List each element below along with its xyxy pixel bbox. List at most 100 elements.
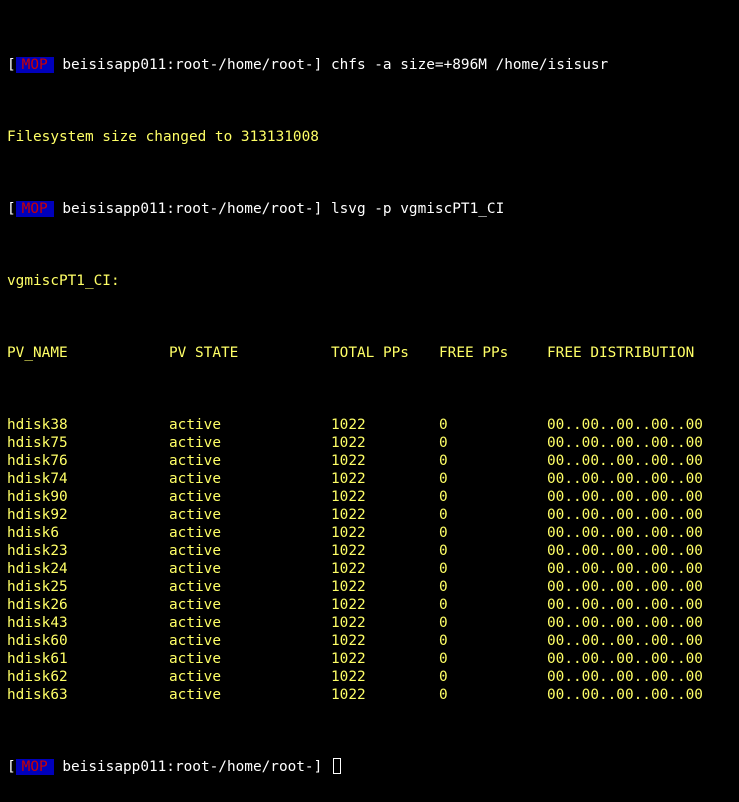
pv-state-cell: active — [169, 669, 221, 685]
free-distribution-cell: 00..00..00..00..00 — [547, 687, 703, 703]
free-pps-cell: 0 — [439, 507, 448, 523]
pv-state-cell: active — [169, 507, 221, 523]
table-row: hdisk90 active 1022 0 00..00..00..00..00 — [7, 488, 739, 506]
column-header: FREE PPs — [439, 345, 509, 361]
table-row: hdisk60 active 1022 0 00..00..00..00..00 — [7, 632, 739, 650]
total-pps-cell: 1022 — [331, 507, 366, 523]
pv-state-cell: active — [169, 615, 221, 631]
free-pps-cell: 0 — [439, 417, 448, 433]
free-pps-cell: 0 — [439, 471, 448, 487]
pv-name-cell: hdisk23 — [7, 543, 68, 559]
column-header: PV_NAME — [7, 345, 68, 361]
free-pps-cell: 0 — [439, 525, 448, 541]
table-row: hdisk75 active 1022 0 00..00..00..00..00 — [7, 434, 739, 452]
pv-name-cell: hdisk60 — [7, 633, 68, 649]
prompt-line-1: [MOP beisisapp011:root-/home/root-] chfs… — [7, 56, 739, 74]
prompt-close-bracket: ] — [313, 759, 323, 775]
free-distribution-cell: 00..00..00..00..00 — [547, 489, 703, 505]
pv-state-cell: active — [169, 633, 221, 649]
pv-state-cell: active — [169, 525, 221, 541]
terminal-window[interactable]: [MOP beisisapp011:root-/home/root-] chfs… — [0, 0, 739, 775]
prompt-open-bracket: [ — [7, 57, 16, 73]
total-pps-cell: 1022 — [331, 633, 366, 649]
prompt-line-3[interactable]: [MOP beisisapp011:root-/home/root-] — [7, 758, 739, 776]
pv-state-cell: active — [169, 435, 221, 451]
text-cursor — [332, 758, 341, 774]
table-row: hdisk6 active 1022 0 00..00..00..00..00 — [7, 524, 739, 542]
total-pps-cell: 1022 — [331, 579, 366, 595]
prompt-open-bracket: [ — [7, 201, 16, 217]
prompt-tag: MOP — [15, 201, 54, 217]
pv-name-cell: hdisk25 — [7, 579, 68, 595]
free-distribution-cell: 00..00..00..00..00 — [547, 525, 703, 541]
table-row: hdisk23 active 1022 0 00..00..00..00..00 — [7, 542, 739, 560]
pv-state-cell: active — [169, 453, 221, 469]
column-header: TOTAL PPs — [331, 345, 409, 361]
pv-name-cell: hdisk61 — [7, 651, 68, 667]
total-pps-cell: 1022 — [331, 669, 366, 685]
column-header: PV STATE — [169, 345, 239, 361]
free-pps-cell: 0 — [439, 651, 448, 667]
command-output: Filesystem size changed to 313131008 — [7, 129, 319, 145]
free-pps-cell: 0 — [439, 687, 448, 703]
free-distribution-cell: 00..00..00..00..00 — [547, 435, 703, 451]
total-pps-cell: 1022 — [331, 489, 366, 505]
free-distribution-cell: 00..00..00..00..00 — [547, 543, 703, 559]
pv-name-cell: hdisk76 — [7, 453, 68, 469]
pv-name-cell: hdisk62 — [7, 669, 68, 685]
pv-state-cell: active — [169, 687, 221, 703]
total-pps-cell: 1022 — [331, 525, 366, 541]
free-distribution-cell: 00..00..00..00..00 — [547, 453, 703, 469]
prompt-open-bracket: [ — [7, 759, 16, 775]
table-row: hdisk76 active 1022 0 00..00..00..00..00 — [7, 452, 739, 470]
free-pps-cell: 0 — [439, 435, 448, 451]
pv-name-cell: hdisk43 — [7, 615, 68, 631]
table-row: hdisk63 active 1022 0 00..00..00..00..00 — [7, 686, 739, 704]
pv-state-cell: active — [169, 417, 221, 433]
pv-name-cell: hdisk92 — [7, 507, 68, 523]
total-pps-cell: 1022 — [331, 651, 366, 667]
pv-name-cell: hdisk24 — [7, 561, 68, 577]
prompt-host-path: beisisapp011:root-/home/root- — [62, 201, 314, 217]
total-pps-cell: 1022 — [331, 543, 366, 559]
free-pps-cell: 0 — [439, 597, 448, 613]
pv-name-cell: hdisk6 — [7, 525, 59, 541]
pv-name-cell: hdisk26 — [7, 597, 68, 613]
prompt-host-path: beisisapp011:root-/home/root- — [62, 57, 314, 73]
free-distribution-cell: 00..00..00..00..00 — [547, 561, 703, 577]
command-text: lsvg -p vgmiscPT1_CI — [330, 201, 505, 217]
free-pps-cell: 0 — [439, 543, 448, 559]
total-pps-cell: 1022 — [331, 453, 366, 469]
prompt-line-2: [MOP beisisapp011:root-/home/root-] lsvg… — [7, 200, 739, 218]
total-pps-cell: 1022 — [331, 417, 366, 433]
free-distribution-cell: 00..00..00..00..00 — [547, 507, 703, 523]
pv-name-cell: hdisk75 — [7, 435, 68, 451]
prompt-tag: MOP — [15, 57, 54, 73]
free-pps-cell: 0 — [439, 561, 448, 577]
table-row: hdisk61 active 1022 0 00..00..00..00..00 — [7, 650, 739, 668]
free-pps-cell: 0 — [439, 615, 448, 631]
table-row: hdisk74 active 1022 0 00..00..00..00..00 — [7, 470, 739, 488]
prompt-tag: MOP — [15, 759, 54, 775]
table-header: PV_NAME PV STATE TOTAL PPs FREE PPs FREE DIS… — [7, 344, 739, 362]
free-pps-cell: 0 — [439, 453, 448, 469]
total-pps-cell: 1022 — [331, 561, 366, 577]
free-pps-cell: 0 — [439, 669, 448, 685]
table-row: hdisk24 active 1022 0 00..00..00..00..00 — [7, 560, 739, 578]
total-pps-cell: 1022 — [331, 435, 366, 451]
pv-name-cell: hdisk74 — [7, 471, 68, 487]
pv-state-cell: active — [169, 597, 221, 613]
table-row: hdisk38 active 1022 0 00..00..00..00..00 — [7, 416, 739, 434]
column-header: FREE DISTRIBUTION — [547, 345, 695, 361]
prompt-host-path: beisisapp011:root-/home/root- — [62, 759, 314, 775]
free-pps-cell: 0 — [439, 489, 448, 505]
table-row: hdisk43 active 1022 0 00..00..00..00..00 — [7, 614, 739, 632]
table-row: hdisk92 active 1022 0 00..00..00..00..00 — [7, 506, 739, 524]
pv-name-cell: hdisk63 — [7, 687, 68, 703]
pv-state-cell: active — [169, 579, 221, 595]
total-pps-cell: 1022 — [331, 615, 366, 631]
free-distribution-cell: 00..00..00..00..00 — [547, 633, 703, 649]
free-distribution-cell: 00..00..00..00..00 — [547, 669, 703, 685]
pv-name-cell: hdisk90 — [7, 489, 68, 505]
total-pps-cell: 1022 — [331, 687, 366, 703]
